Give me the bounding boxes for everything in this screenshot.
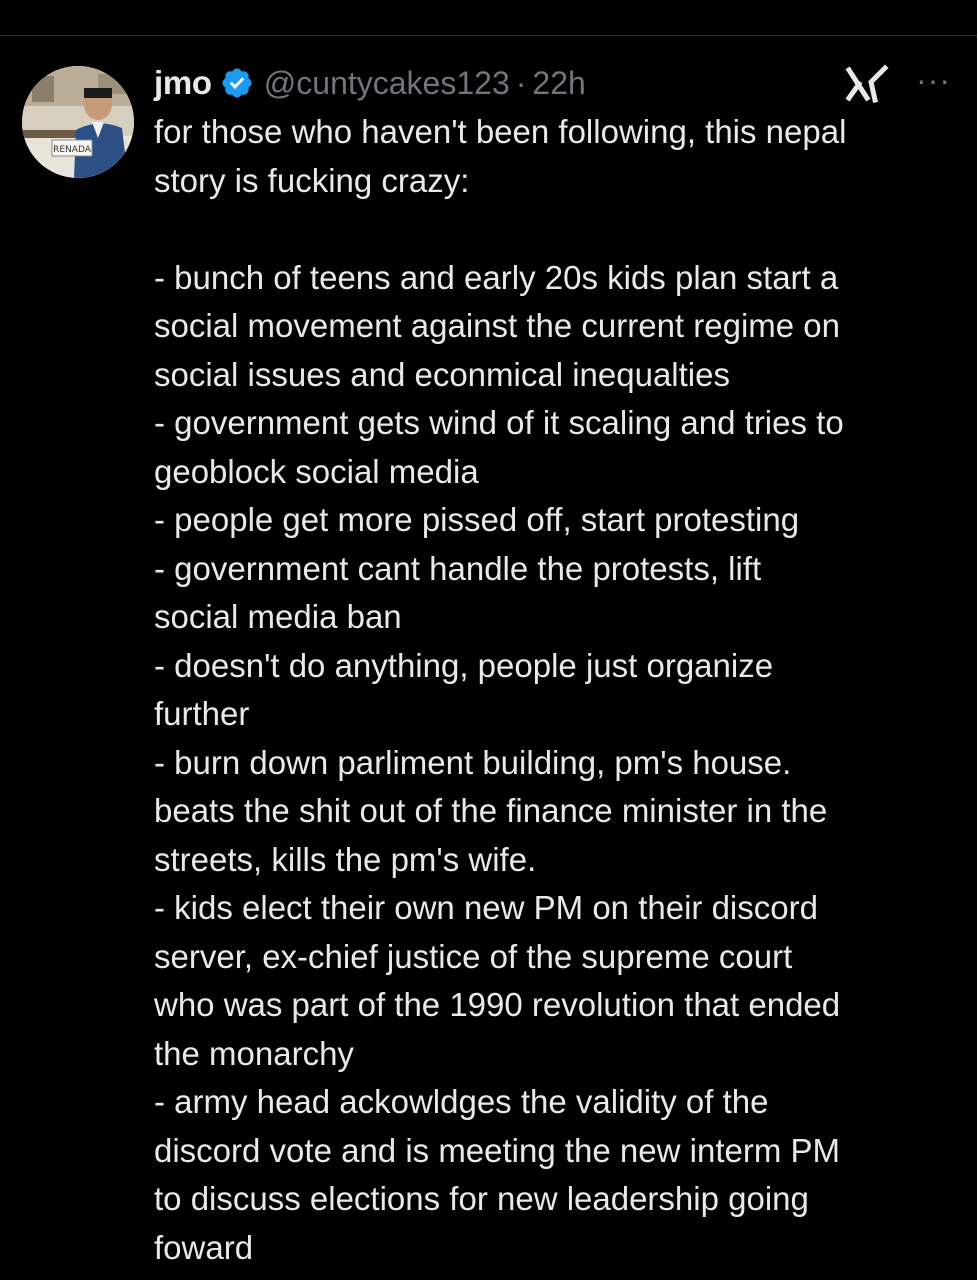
top-divider xyxy=(0,35,977,36)
grok-icon[interactable] xyxy=(845,64,889,104)
post-text-line: the monarchy xyxy=(154,1034,354,1072)
timestamp[interactable]: 22h xyxy=(532,65,585,102)
verified-badge-icon[interactable] xyxy=(220,66,254,100)
post-text-line: - kids elect their own new PM on their d… xyxy=(154,889,818,926)
more-options-icon[interactable]: ··· xyxy=(916,60,951,100)
post-text-line: - bunch of teens and early 20s kids plan… xyxy=(154,258,839,296)
post-text-line: to discuss elections for new leadership … xyxy=(154,1180,809,1217)
post-header: jmo @cuntycakes123 · 22h ··· xyxy=(154,58,959,108)
post-text-line: social media ban xyxy=(154,598,402,635)
post-text-line: - government cant handle the protests, l… xyxy=(154,549,762,587)
post-text-line: for those who haven't been following, th… xyxy=(154,113,847,150)
post-text-line: - doesn't do anything, people just organ… xyxy=(154,646,774,684)
post-text-line: - people get more pissed off, start prot… xyxy=(154,501,800,538)
post-text-line: - government gets wind of it scaling and… xyxy=(154,404,844,441)
post-text-line: beats the shit out of the finance minist… xyxy=(154,792,828,829)
post[interactable]: jmo @cuntycakes123 · 22h ··· for those w… xyxy=(154,58,959,1272)
post-text-line: story is fucking crazy: xyxy=(154,161,470,199)
post-text-line: foward xyxy=(154,1228,254,1266)
post-text-line xyxy=(154,205,959,254)
post-text-line: - burn down parliment building, pm's hou… xyxy=(154,743,792,781)
handle[interactable]: @cuntycakes123 xyxy=(264,65,510,102)
post-text-line: streets, kills the pm's wife. xyxy=(154,840,537,878)
post-body: for those who haven't been following, th… xyxy=(154,108,959,1272)
post-text-line: further xyxy=(154,695,250,732)
avatar-photo: RENADA xyxy=(22,66,134,178)
display-name[interactable]: jmo xyxy=(154,64,212,102)
post-text-line: server, ex-chief justice of the supreme … xyxy=(154,937,793,975)
post-text-line: social movement against the current regi… xyxy=(154,307,841,344)
post-text-line: - army head ackowldges the validity of t… xyxy=(154,1083,769,1120)
avatar-sign-text: RENADA xyxy=(53,145,92,155)
post-text-line: social issues and econmical inequalties xyxy=(154,355,730,393)
post-text-line: geoblock social media xyxy=(154,452,479,490)
post-text-line: discord vote and is meeting the new inte… xyxy=(154,1131,840,1169)
separator-dot: · xyxy=(515,64,527,101)
post-text-line: who was part of the 1990 revolution that… xyxy=(154,986,841,1023)
avatar[interactable]: RENADA xyxy=(22,66,134,178)
